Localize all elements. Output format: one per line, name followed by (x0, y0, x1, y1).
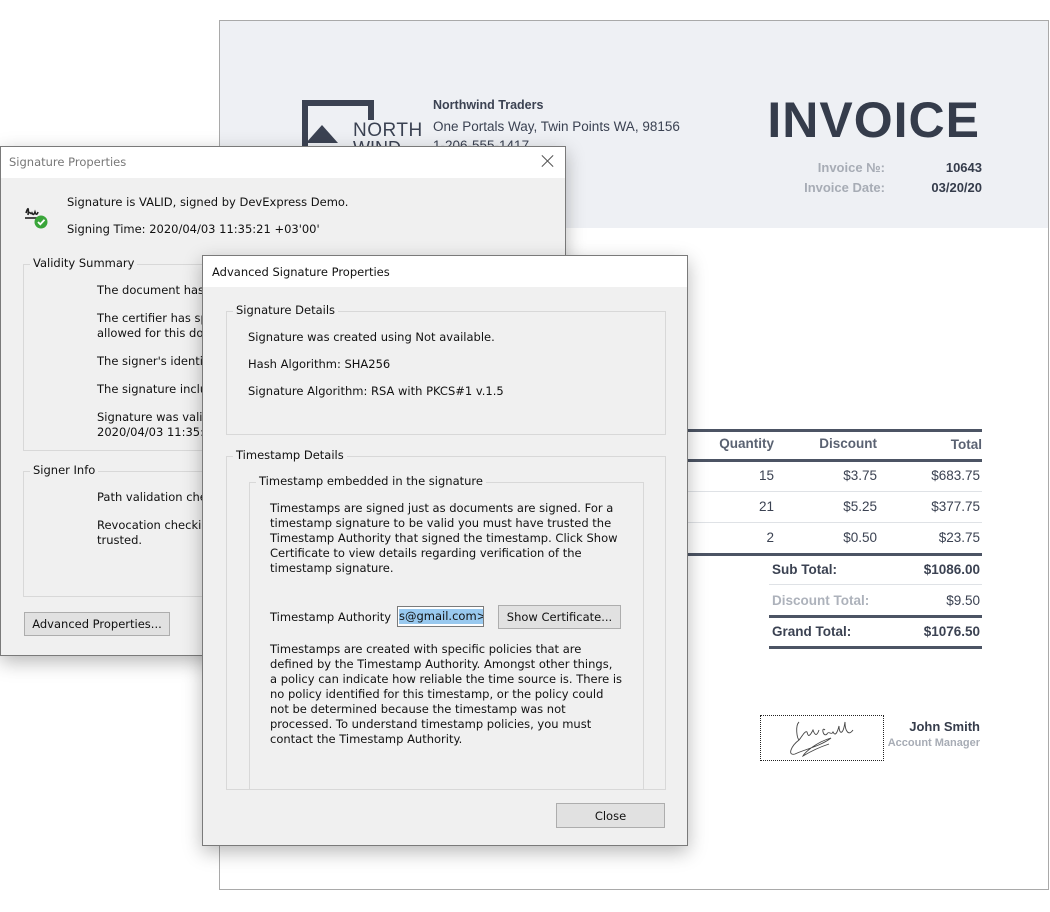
invoice-date-label: Invoice Date: (804, 180, 885, 195)
signer-role: Account Manager (887, 737, 980, 749)
northwind-logo-chevron-icon (306, 125, 338, 143)
discount-total-value: $9.50 (946, 593, 980, 608)
signer-info-item: trusted. (97, 533, 143, 547)
dialog-title-bar[interactable]: Signature Properties (1, 147, 565, 178)
discount-total-label: Discount Total: (772, 593, 870, 608)
close-button[interactable]: Close (556, 803, 665, 828)
table-header-rule (680, 459, 982, 462)
advanced-signature-properties-dialog: Advanced Signature Properties Signature … (202, 255, 688, 846)
advanced-properties-button[interactable]: Advanced Properties... (24, 612, 170, 636)
dialog-title: Signature Properties (9, 155, 127, 169)
signing-time: Signing Time: 2020/04/03 11:35:21 +03'00… (67, 222, 320, 236)
grand-total-rule (769, 646, 982, 649)
summary-divider (769, 584, 982, 585)
cell-discount: $3.75 (843, 468, 877, 483)
dialog-title-bar[interactable]: Advanced Signature Properties (203, 256, 687, 287)
row-divider (680, 522, 982, 523)
row-divider (680, 491, 982, 492)
grand-total-value: $1076.50 (923, 624, 980, 639)
validity-summary-legend: Validity Summary (30, 256, 138, 270)
signature-valid-icon (23, 203, 49, 229)
signer-name: John Smith (909, 719, 980, 734)
cell-discount: $0.50 (843, 530, 877, 545)
validity-item: The document has n (97, 283, 215, 297)
invoice-date-value: 03/20/20 (931, 180, 982, 195)
timestamp-authority-field[interactable]: s@gmail.com> (397, 606, 484, 627)
validity-item: allowed for this docu (97, 326, 217, 340)
validity-item: 2020/04/03 11:35:21 (97, 425, 219, 439)
summary-rule (769, 615, 982, 618)
cell-total: $23.75 (938, 530, 980, 545)
cell-total: $683.75 (931, 468, 980, 483)
table-bottom-rule (680, 553, 982, 556)
timestamp-authority-label: Timestamp Authority (270, 610, 392, 624)
table-top-rule (680, 429, 982, 432)
cell-quantity: 2 (766, 530, 774, 545)
signature-field[interactable] (760, 715, 884, 761)
sub-total-value: $1086.00 (923, 562, 980, 577)
signer-info-item: Path validation chec (97, 490, 214, 504)
created-using: Signature was created using Not availabl… (248, 330, 495, 344)
timestamp-details-legend: Timestamp Details (233, 448, 347, 462)
signature-details-legend: Signature Details (233, 303, 339, 317)
column-header-quantity: Quantity (719, 436, 774, 451)
signer-info-item: Revocation checking (97, 518, 216, 532)
validity-item: The signature includ (97, 382, 215, 396)
column-header-total: Total (950, 437, 982, 452)
validity-item: Signature was valida (97, 410, 217, 424)
invoice-number-value: 10643 (945, 160, 982, 175)
company-address: One Portals Way, Twin Points WA, 98156 (433, 119, 680, 134)
signer-info-legend: Signer Info (30, 463, 99, 477)
validity-item: The signer's identity (97, 354, 215, 368)
cell-discount: $5.25 (843, 499, 877, 514)
invoice-number-label: Invoice №: (817, 160, 885, 175)
column-header-discount: Discount (819, 436, 877, 451)
timestamp-authority-value: s@gmail.com> (399, 609, 483, 624)
invoice-title: INVOICE (767, 92, 980, 148)
cell-total: $377.75 (931, 499, 980, 514)
company-name: Northwind Traders (433, 98, 544, 112)
close-icon[interactable] (539, 152, 557, 170)
timestamp-embedded-legend: Timestamp embedded in the signature (256, 474, 486, 488)
show-certificate-button[interactable]: Show Certificate... (498, 605, 621, 629)
dialog-title: Advanced Signature Properties (212, 265, 390, 279)
hash-algorithm: Hash Algorithm: SHA256 (248, 357, 391, 371)
grand-total-label: Grand Total: (772, 624, 852, 639)
handwritten-signature-icon (790, 721, 854, 758)
signature-status: Signature is VALID, signed by DevExpress… (67, 195, 349, 209)
timestamp-policy-text: Timestamps are created with specific pol… (270, 642, 623, 746)
cell-quantity: 15 (758, 468, 774, 483)
signature-algorithm: Signature Algorithm: RSA with PKCS#1 v.1… (248, 384, 504, 398)
timestamp-intro-text: Timestamps are signed just as documents … (270, 501, 618, 575)
sub-total-label: Sub Total: (772, 562, 837, 577)
cell-quantity: 21 (758, 499, 774, 514)
